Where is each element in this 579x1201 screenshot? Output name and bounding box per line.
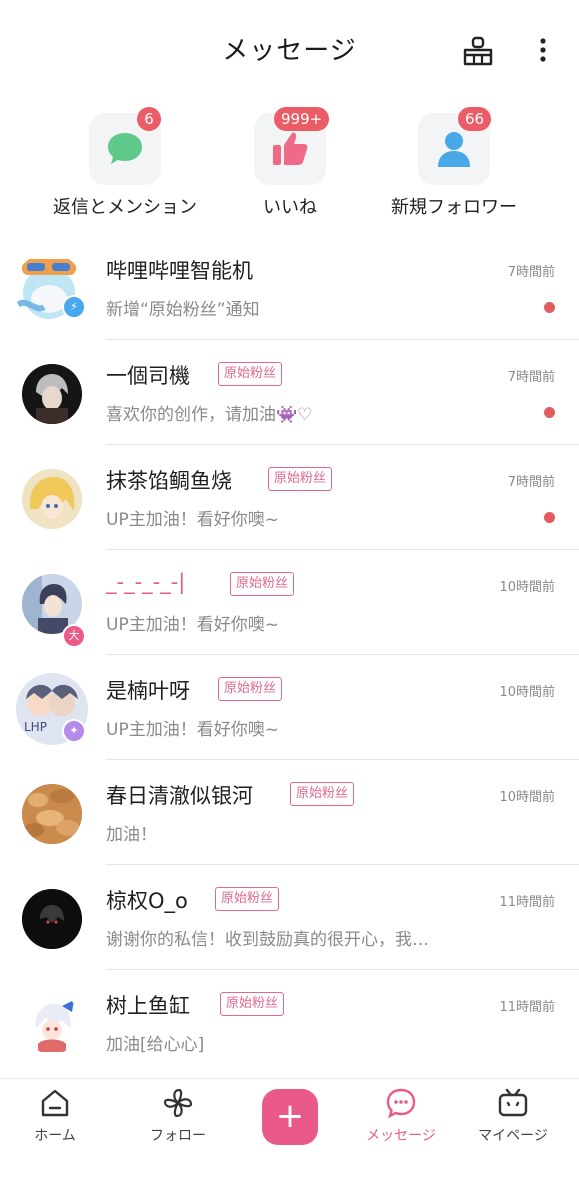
conversation-name: 一個司機 bbox=[106, 364, 190, 388]
pinwheel-icon bbox=[163, 1088, 193, 1118]
nav-label: マイページ bbox=[478, 1128, 548, 1144]
conversation-preview: UP主加油！看好你噢~ bbox=[106, 510, 279, 530]
svg-text:LHP: LHP bbox=[24, 720, 47, 734]
fan-tag: 原始粉丝 bbox=[268, 467, 333, 491]
conversation-preview: UP主加油！看好你噢~ bbox=[106, 615, 279, 635]
conversation-row[interactable]: LHP ✦ 是楠叶呀 原始粉丝 UP主加油！看好你噢~ 10時間前 bbox=[0, 655, 579, 760]
conversation-preview: 谢谢你的私信！收到鼓励真的很开心，我… bbox=[106, 930, 429, 950]
conversation-name: 树上鱼缸 bbox=[106, 994, 190, 1018]
conversation-name: 是楠叶呀 bbox=[106, 679, 190, 703]
bottom-navigation: ホーム フォロー + メッセージ マイページ bbox=[0, 1078, 579, 1201]
conversation-name: 抹茶馅鲷鱼烧 bbox=[106, 469, 232, 493]
category-tile: 6 bbox=[89, 107, 161, 185]
conversation-name: 哔哩哔哩智能机 bbox=[106, 259, 253, 283]
conversation-preview: 喜欢你的创作，请加油👾♡ bbox=[106, 405, 313, 425]
avatar bbox=[22, 469, 82, 529]
fan-tag: 原始粉丝 bbox=[290, 782, 355, 806]
conversation-list: ⚡ 哔哩哔哩智能机 新增“原始粉丝”通知 7時間前 一個司機 原始粉丝 喜欢你的… bbox=[0, 235, 579, 1075]
nav-label: フォロー bbox=[150, 1128, 206, 1144]
conversation-name: _-_-_-_-| bbox=[106, 570, 186, 594]
unread-badge: 999+ bbox=[274, 107, 330, 131]
category-tile: 66 bbox=[418, 107, 492, 185]
avatar bbox=[22, 994, 82, 1054]
conversation-row[interactable]: ⚡ 哔哩哔哩智能机 新增“原始粉丝”通知 7時間前 bbox=[0, 235, 579, 340]
conversation-row[interactable]: 大 _-_-_-_-| 原始粉丝 UP主加油！看好你噢~ 10時間前 bbox=[0, 550, 579, 655]
conversation-row[interactable]: 树上鱼缸 原始粉丝 加油[给心心] 11時間前 bbox=[0, 970, 579, 1075]
user-icon bbox=[438, 132, 470, 167]
conversation-name: 春日清澈似银河 bbox=[106, 784, 253, 808]
fan-tag: 原始粉丝 bbox=[215, 887, 280, 911]
avatar bbox=[22, 889, 82, 949]
category-tile: 999+ bbox=[254, 107, 330, 185]
nav-home[interactable]: ホーム bbox=[0, 1087, 110, 1157]
conversation-preview: 加油[给心心] bbox=[106, 1035, 205, 1055]
category-likes[interactable]: 999+ いいね bbox=[200, 105, 380, 225]
category-label: いいね bbox=[263, 197, 317, 218]
category-label: 新規フォロワー bbox=[391, 197, 517, 218]
conversation-preview: 加油！ bbox=[106, 825, 157, 845]
nav-mypage[interactable]: マイページ bbox=[458, 1087, 568, 1157]
nav-follow[interactable]: フォロー bbox=[123, 1087, 233, 1157]
category-replies-mentions[interactable]: 6 返信とメンション bbox=[35, 105, 215, 225]
conversation-time: 10時間前 bbox=[499, 580, 555, 595]
avatar bbox=[22, 784, 82, 844]
conversation-time: 7時間前 bbox=[507, 475, 555, 490]
conversation-row[interactable]: 椋权O_o 原始粉丝 谢谢你的私信！收到鼓励真的很开心，我… 11時間前 bbox=[0, 865, 579, 970]
conversation-time: 11時間前 bbox=[499, 895, 555, 910]
top-bar: メッセージ bbox=[0, 0, 579, 96]
create-post-button[interactable]: + bbox=[262, 1089, 318, 1145]
conversation-preview: 新增“原始粉丝”通知 bbox=[106, 300, 260, 320]
thumbs-up-icon bbox=[273, 132, 308, 165]
avatar bbox=[22, 364, 82, 424]
conversation-row[interactable]: 抹茶馅鲷鱼烧 原始粉丝 UP主加油！看好你噢~ 7時間前 bbox=[0, 445, 579, 550]
unread-dot bbox=[544, 512, 555, 523]
unread-dot bbox=[544, 302, 555, 313]
nav-label: ホーム bbox=[34, 1128, 76, 1144]
verified-icon: ⚡ bbox=[62, 295, 86, 319]
unread-dot bbox=[544, 407, 555, 418]
conversation-time: 11時間前 bbox=[499, 1000, 555, 1015]
fan-tag: 原始粉丝 bbox=[230, 572, 295, 596]
unread-badge: 6 bbox=[137, 107, 161, 131]
nav-messages[interactable]: メッセージ bbox=[346, 1087, 456, 1157]
category-new-followers[interactable]: 66 新規フォロワー bbox=[364, 105, 544, 225]
chat-bubble-icon bbox=[108, 133, 142, 164]
conversation-time: 7時間前 bbox=[507, 265, 555, 280]
unread-badge: 66 bbox=[458, 107, 492, 131]
conversation-name: 椋权O_o bbox=[106, 889, 188, 913]
fan-tag: 原始粉丝 bbox=[220, 992, 285, 1016]
conversation-preview: UP主加油！看好你噢~ bbox=[106, 720, 279, 740]
conversation-row[interactable]: 春日清澈似银河 原始粉丝 加油！ 10時間前 bbox=[0, 760, 579, 865]
conversation-time: 7時間前 bbox=[507, 370, 555, 385]
conversation-time: 10時間前 bbox=[499, 685, 555, 700]
conversation-row[interactable]: 一個司機 原始粉丝 喜欢你的创作，请加油👾♡ 7時間前 bbox=[0, 340, 579, 445]
broom-icon[interactable] bbox=[460, 34, 496, 68]
category-label: 返信とメンション bbox=[53, 197, 197, 218]
fan-tag: 原始粉丝 bbox=[218, 677, 283, 701]
home-icon bbox=[41, 1089, 69, 1117]
message-categories: 6 返信とメンション 999+ いいね 66 新規フォロワー bbox=[0, 105, 579, 225]
tv-icon bbox=[498, 1088, 528, 1117]
more-vertical-icon[interactable] bbox=[530, 34, 556, 68]
badge-icon: ✦ bbox=[62, 719, 86, 743]
message-icon bbox=[386, 1088, 416, 1119]
nav-label: メッセージ bbox=[366, 1128, 436, 1144]
vip-badge-icon: 大 bbox=[62, 624, 86, 648]
fan-tag: 原始粉丝 bbox=[218, 362, 283, 386]
conversation-time: 10時間前 bbox=[499, 790, 555, 805]
